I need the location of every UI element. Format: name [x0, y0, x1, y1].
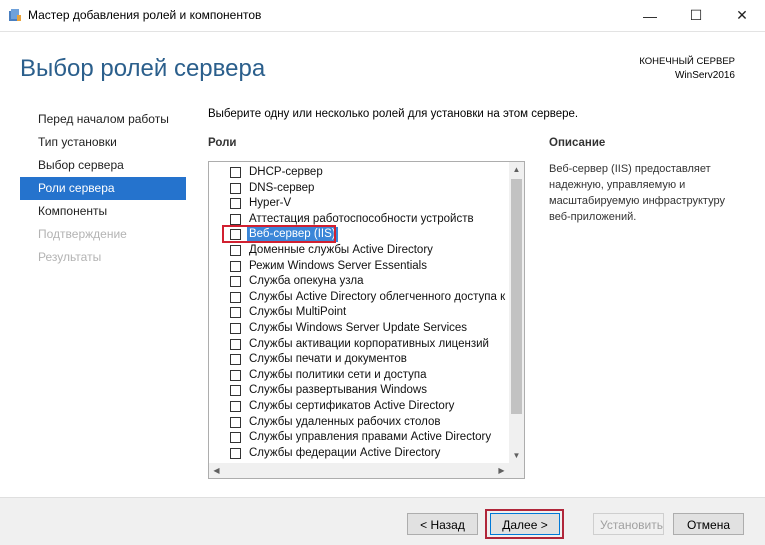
minimize-icon: —	[643, 7, 657, 24]
role-label: Режим Windows Server Essentials	[249, 259, 427, 272]
role-label: Службы политики сети и доступа	[249, 368, 427, 381]
title-bar: Мастер добавления ролей и компонентов — …	[0, 0, 765, 31]
nav-item-server-selection[interactable]: Выбор сервера	[20, 154, 186, 177]
role-row-print-services[interactable]: Службы печати и документов	[209, 352, 509, 368]
scrollbar-corner	[509, 463, 524, 478]
role-label: Службы MultiPoint	[249, 306, 347, 319]
role-row-volume-activation[interactable]: Службы активации корпоративных лицензий	[209, 337, 509, 353]
role-row-ad-fs[interactable]: Службы федерации Active Directory	[209, 446, 509, 462]
role-row-ad-ds[interactable]: Доменные службы Active Directory	[209, 243, 509, 259]
close-button[interactable]: ✕	[719, 0, 765, 31]
role-label: Службы активации корпоративных лицензий	[249, 337, 489, 350]
scroll-up-icon[interactable]: ▲	[509, 162, 524, 177]
role-checkbox[interactable]	[230, 432, 241, 444]
destination-server-name: WinServ2016	[674, 70, 735, 81]
install-button: Установить	[593, 513, 664, 535]
instruction-text: Выберите одну или несколько ролей для ус…	[208, 108, 579, 120]
scrollbar-thumb[interactable]	[511, 179, 522, 414]
maximize-button[interactable]: ☐	[673, 0, 719, 31]
back-button[interactable]: < Назад	[407, 513, 478, 535]
role-label: Службы развертывания Windows	[249, 384, 427, 397]
role-checkbox[interactable]	[230, 182, 241, 194]
role-checkbox[interactable]	[230, 276, 241, 288]
vertical-scrollbar[interactable]: ▲ ▼	[509, 162, 524, 463]
role-label: Службы сертификатов Active Directory	[249, 399, 455, 412]
destination-server-label: КОНЕЧНЫЙ СЕРВЕР	[639, 56, 735, 67]
description-text: Веб-сервер (IIS) предоставляет надежную,…	[549, 163, 725, 223]
cancel-button[interactable]: Отмена	[673, 513, 744, 535]
description-heading: Описание	[549, 137, 606, 149]
horizontal-scrollbar[interactable]: ◀ ▶	[209, 463, 524, 478]
role-row-essentials[interactable]: Режим Windows Server Essentials	[209, 259, 509, 275]
role-label: Hyper-V	[249, 197, 292, 210]
role-label: DHCP-сервер	[249, 166, 323, 178]
role-checkbox[interactable]	[230, 244, 241, 256]
role-label: Службы управления правами Active Directo…	[249, 431, 492, 444]
scroll-right-icon[interactable]: ▶	[494, 463, 509, 478]
role-row-web-server-iis[interactable]: Веб-сервер (IIS)	[209, 225, 509, 244]
role-checkbox[interactable]	[230, 307, 241, 319]
roles-list-box[interactable]: DHCP-сервер DNS-сервер Hyper-V Аттестаци…	[208, 161, 525, 479]
annotation-highlight	[222, 225, 336, 244]
role-label: Службы удаленных рабочих столов	[249, 415, 441, 428]
nav-item-results: Результаты	[38, 250, 102, 264]
server-manager-icon	[9, 9, 21, 21]
role-checkbox[interactable]	[230, 385, 241, 397]
role-checkbox[interactable]	[230, 167, 241, 178]
roles-heading: Роли	[208, 137, 237, 149]
role-row-wds[interactable]: Службы развертывания Windows	[209, 383, 509, 399]
role-label: Службы печати и документов	[249, 353, 407, 366]
role-row-npas[interactable]: Службы политики сети и доступа	[209, 368, 509, 384]
next-annotation-highlight	[485, 509, 564, 539]
role-label: Службы Windows Server Update Services	[249, 321, 468, 334]
role-row-ad-rms[interactable]: Службы управления правами Active Directo…	[209, 430, 509, 446]
role-label: Доменные службы Active Directory	[249, 243, 433, 256]
role-checkbox[interactable]	[230, 291, 241, 303]
role-row-dhcp[interactable]: DHCP-сервер	[209, 165, 509, 181]
role-row-ad-lds[interactable]: Службы Active Directory облегченного дос…	[209, 290, 509, 306]
role-checkbox[interactable]	[230, 354, 241, 366]
scroll-left-icon[interactable]: ◀	[209, 463, 224, 478]
role-checkbox[interactable]	[230, 400, 241, 412]
maximize-icon: ☐	[689, 7, 703, 23]
roles-list: DHCP-сервер DNS-сервер Hyper-V Аттестаци…	[209, 165, 509, 461]
role-checkbox[interactable]	[230, 416, 241, 428]
wizard-nav: Перед началом работы Тип установки Выбор…	[20, 108, 186, 269]
role-row-wsus[interactable]: Службы Windows Server Update Services	[209, 321, 509, 337]
role-checkbox[interactable]	[230, 198, 241, 210]
role-label: Службы федерации Active Directory	[249, 446, 441, 459]
role-row-host-guardian[interactable]: Служба опекуна узла	[209, 274, 509, 290]
close-icon: ✕	[736, 7, 748, 23]
role-row-multipoint[interactable]: Службы MultiPoint	[209, 305, 509, 321]
minimize-button[interactable]: —	[627, 0, 673, 31]
nav-item-installation-type[interactable]: Тип установки	[20, 131, 186, 154]
scroll-down-icon[interactable]: ▼	[509, 448, 524, 463]
role-checkbox[interactable]	[230, 213, 241, 225]
page-title: Выбор ролей сервера	[20, 55, 266, 82]
nav-item-confirmation: Подтверждение	[38, 227, 127, 241]
role-checkbox[interactable]	[230, 322, 241, 334]
nav-item-features[interactable]: Компоненты	[20, 200, 186, 223]
role-checkbox[interactable]	[230, 260, 241, 272]
role-label: Службы Active Directory облегченного дос…	[249, 290, 506, 303]
window-title: Мастер добавления ролей и компонентов	[28, 8, 262, 22]
role-row-hyper-v[interactable]: Hyper-V	[209, 196, 509, 212]
nav-item-server-roles[interactable]: Роли сервера	[20, 177, 186, 200]
role-checkbox[interactable]	[230, 338, 241, 350]
role-checkbox[interactable]	[230, 447, 241, 459]
role-label: DNS-сервер	[249, 181, 315, 194]
role-row-ad-cs[interactable]: Службы сертификатов Active Directory	[209, 399, 509, 415]
role-row-dns[interactable]: DNS-сервер	[209, 181, 509, 197]
nav-item-before-you-begin[interactable]: Перед началом работы	[20, 108, 186, 131]
role-label: Служба опекуна узла	[249, 275, 364, 288]
title-separator	[0, 31, 765, 32]
role-checkbox[interactable]	[230, 369, 241, 381]
role-row-rds[interactable]: Службы удаленных рабочих столов	[209, 415, 509, 431]
